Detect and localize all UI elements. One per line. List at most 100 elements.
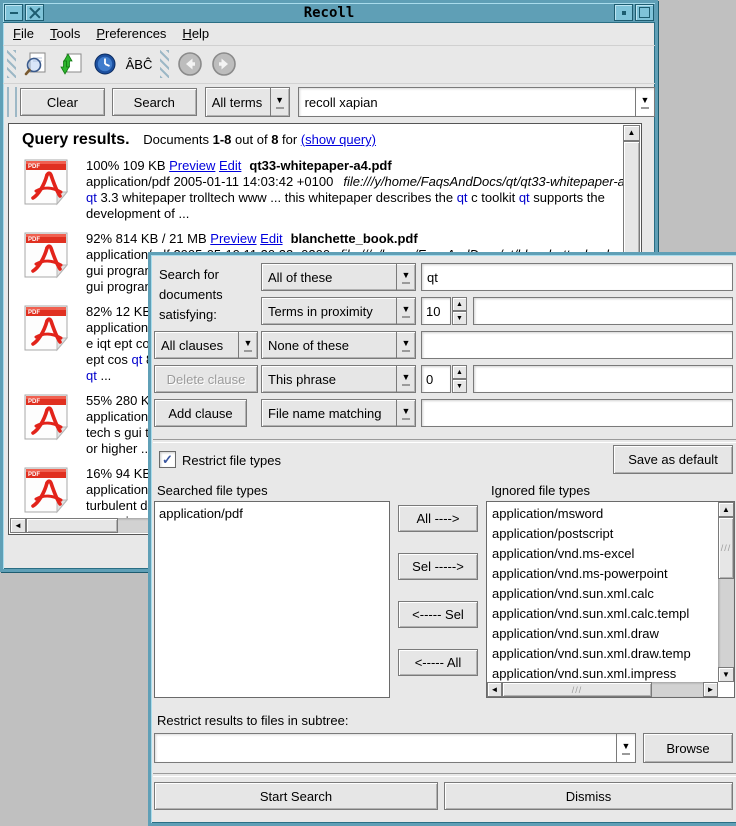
clause-input-4[interactable] (473, 365, 733, 393)
add-clause-button[interactable]: Add clause (154, 399, 247, 427)
clause-input-3[interactable] (421, 331, 733, 359)
clause-type-combo-1[interactable]: All of these ▼ (261, 263, 416, 291)
term-explorer-icon[interactable]: ÂBĈ (124, 50, 154, 78)
mime-and-date: application/pdf 2005-01-11 14:03:42 +010… (86, 174, 333, 189)
dismiss-button[interactable]: Dismiss (444, 782, 733, 810)
clause-input-5[interactable] (421, 399, 733, 427)
chevron-down-icon: ▼ (402, 373, 411, 382)
window-title: Recoll (45, 5, 613, 21)
pdf-file-icon[interactable]: PDF (22, 231, 70, 279)
clause-type-combo-3[interactable]: None of these ▼ (261, 331, 416, 359)
move-sel-right-button[interactable]: Sel -----> (398, 553, 478, 580)
result-filename: blanchette_book.pdf (291, 231, 418, 246)
list-item[interactable]: application/vnd.sun.xml.draw (488, 624, 717, 644)
search-mode-combo[interactable]: All terms ▼ (205, 87, 290, 117)
scroll-up-icon[interactable]: ▲ (623, 125, 640, 141)
move-all-right-button[interactable]: All ----> (398, 505, 478, 532)
query-value: recoll xapian (299, 88, 635, 116)
close-button[interactable] (25, 4, 44, 21)
back-icon[interactable] (175, 50, 205, 78)
separator (153, 439, 736, 443)
svg-text:PDF: PDF (28, 399, 40, 405)
maximize-button[interactable] (635, 4, 654, 21)
scroll-left-icon[interactable]: ◄ (487, 682, 502, 697)
scroll-right-icon[interactable]: ► (703, 682, 718, 697)
clear-button[interactable]: Clear (20, 88, 105, 116)
searchbar-drag-handle[interactable] (7, 87, 17, 117)
show-query-link[interactable]: (show query) (301, 132, 376, 147)
preview-document-icon[interactable] (22, 50, 52, 78)
highlighted-term: qt (86, 190, 97, 205)
edit-link[interactable]: Edit (260, 231, 282, 246)
all-clauses-combo[interactable]: All clauses ▼ (154, 331, 258, 359)
menu-file[interactable]: File (13, 26, 34, 41)
browse-button[interactable]: Browse (643, 733, 733, 763)
proximity-spinbox[interactable]: 10 ▲▼ (421, 297, 467, 325)
subtree-value (155, 734, 616, 762)
query-results-title: Query results. (22, 131, 130, 148)
query-combo[interactable]: recoll xapian ▼ (298, 87, 655, 117)
edit-link[interactable]: Edit (219, 158, 241, 173)
result-snippet: development of ... (86, 206, 623, 222)
phrase-slack-spinbox[interactable]: 0 ▲▼ (421, 365, 467, 393)
scroll-up-icon[interactable]: ▲ (718, 502, 734, 517)
scroll-left-icon[interactable]: ◄ (10, 518, 26, 533)
check-icon: ✓ (162, 452, 173, 468)
pdf-file-icon[interactable]: PDF (22, 393, 70, 441)
move-sel-left-button[interactable]: <----- Sel (398, 601, 478, 628)
clause-type-combo-5[interactable]: File name matching ▼ (261, 399, 416, 427)
move-all-left-button[interactable]: <----- All (398, 649, 478, 676)
maximize-icon (639, 7, 650, 18)
list-item[interactable]: application/vnd.ms-powerpoint (488, 564, 717, 584)
result-url: file:///y/home/FaqsAndDocs/qt/qt33-white… (343, 174, 623, 189)
result-headline: 100% 109 KB Preview Editqt33-whitepaper-… (86, 158, 623, 174)
menu-preferences[interactable]: Preferences (96, 26, 166, 41)
clause-type-combo-4[interactable]: This phrase ▼ (261, 365, 416, 393)
ignored-hscrollbar[interactable]: ◄ /// ► (487, 682, 718, 697)
clause-input-1[interactable] (421, 263, 733, 291)
spin-up-icon[interactable]: ▲ (452, 297, 467, 311)
restrict-filetypes-checkbox[interactable]: ✓ (159, 451, 176, 468)
list-item[interactable]: application/vnd.sun.xml.calc (488, 584, 717, 604)
pdf-file-icon[interactable]: PDF (22, 158, 70, 206)
spin-down-icon[interactable]: ▼ (452, 379, 467, 393)
spin-up-icon[interactable]: ▲ (452, 365, 467, 379)
chevron-down-icon: ▼ (402, 407, 411, 416)
pdf-file-icon[interactable]: PDF (22, 304, 70, 352)
save-as-default-button[interactable]: Save as default (613, 445, 733, 474)
list-item[interactable]: application/vnd.sun.xml.calc.templ (488, 604, 717, 624)
list-item[interactable]: application/vnd.sun.xml.impress (488, 664, 717, 681)
delete-clause-button[interactable]: Delete clause (154, 365, 258, 393)
sort-by-date-icon[interactable] (90, 50, 120, 78)
titlebar[interactable]: Recoll (3, 3, 655, 23)
ignored-filetypes-list[interactable]: application/mswordapplication/postscript… (486, 501, 735, 698)
forward-icon[interactable] (209, 50, 239, 78)
window-menu-button[interactable] (4, 4, 23, 21)
start-search-button[interactable]: Start Search (154, 782, 438, 810)
list-item[interactable]: application/postscript (488, 524, 717, 544)
subtree-combo[interactable]: ▼ (154, 733, 636, 763)
scroll-down-icon[interactable]: ▼ (718, 667, 734, 682)
list-item[interactable]: application/pdf (155, 504, 389, 524)
pdf-file-icon[interactable]: PDF (22, 466, 70, 514)
list-item[interactable]: application/msword (488, 504, 717, 524)
spin-down-icon[interactable]: ▼ (452, 311, 467, 325)
close-icon (29, 7, 40, 18)
svg-text:PDF: PDF (28, 164, 40, 170)
search-button[interactable]: Search (112, 88, 197, 116)
menu-help[interactable]: Help (182, 26, 209, 41)
searched-filetypes-list[interactable]: application/pdf (154, 501, 390, 698)
update-index-icon[interactable] (56, 50, 86, 78)
clause-input-2[interactable] (473, 297, 733, 325)
ignored-vscrollbar[interactable]: ▲ /// ▼ (718, 502, 734, 682)
list-item[interactable]: application/vnd.ms-excel (488, 544, 717, 564)
toolbar-drag-handle[interactable] (7, 50, 16, 78)
preview-link[interactable]: Preview (169, 158, 215, 173)
iconify-button[interactable] (614, 4, 633, 21)
menu-tools[interactable]: Tools (50, 26, 80, 41)
result-lines: 100% 109 KB Preview Editqt33-whitepaper-… (86, 158, 623, 222)
list-item[interactable]: application/vnd.sun.xml.draw.temp (488, 644, 717, 664)
clause-type-combo-2[interactable]: Terms in proximity ▼ (261, 297, 416, 325)
preview-link[interactable]: Preview (210, 231, 256, 246)
result-headline: 92% 814 KB / 21 MB Preview Editblanchett… (86, 231, 623, 247)
